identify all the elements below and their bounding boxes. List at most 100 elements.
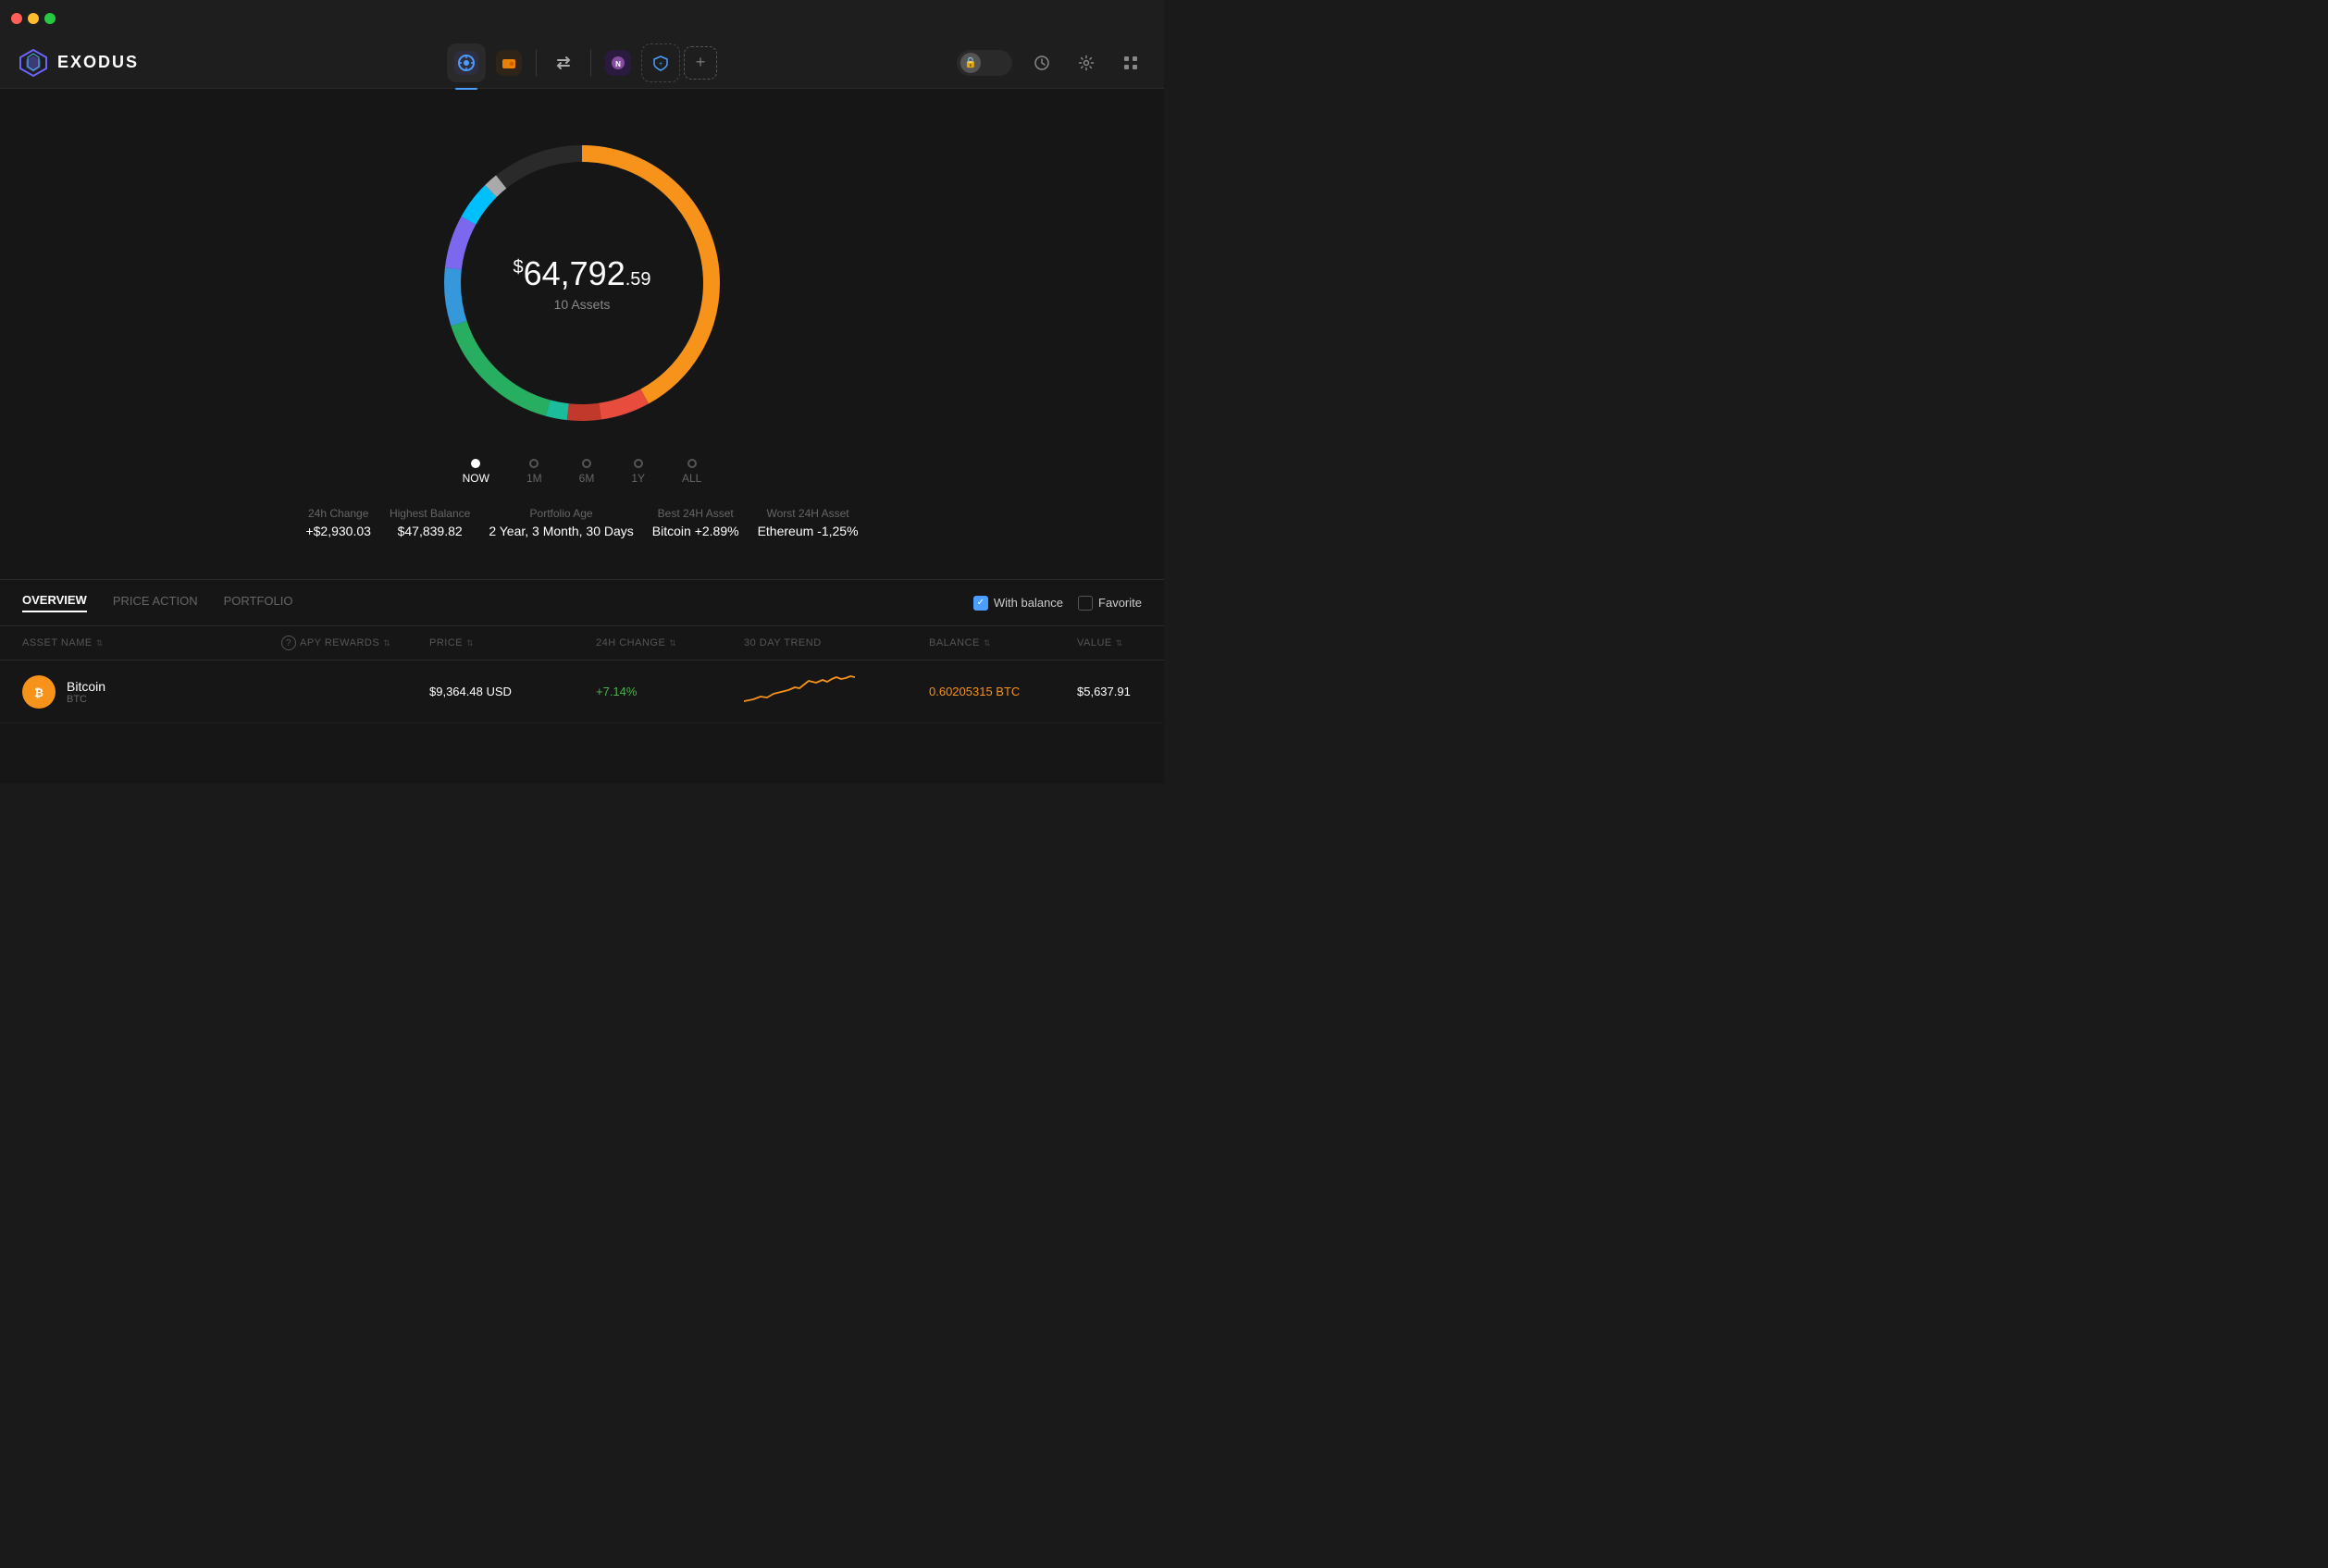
logo-text: EXODUS (57, 53, 139, 72)
stat-best-value: Bitcoin +2.89% (652, 524, 739, 538)
svg-text:+: + (659, 61, 662, 68)
add-app-button[interactable]: + (684, 46, 717, 80)
asset-table: ASSET NAME ⇅ ? APY REWARDS ⇅ PRICE ⇅ 24H… (0, 626, 1164, 723)
btc-balance: 0.60205315 BTC (929, 685, 1077, 698)
chart-section: $64,792.59 10 Assets NOW 1M 6M 1Y (0, 89, 1164, 579)
nav-tab-wallet[interactable] (489, 43, 528, 82)
timeline-label-6m: 6M (579, 472, 595, 485)
minimize-button[interactable] (28, 13, 39, 24)
nav-tabs: N + + (447, 43, 717, 82)
timeline-6m[interactable]: 6M (579, 459, 595, 485)
timeline-label-now: NOW (463, 472, 489, 485)
th-asset-name: ASSET NAME ⇅ (22, 636, 281, 650)
apps-icon[interactable] (1116, 48, 1145, 78)
tabs-right: ✓ With balance Favorite (973, 596, 1142, 611)
maximize-button[interactable] (44, 13, 56, 24)
timeline-all[interactable]: ALL (682, 459, 701, 485)
th-30day-trend: 30 DAY TREND (744, 636, 929, 650)
donut-chart: $64,792.59 10 Assets (425, 126, 739, 440)
stats-row: 24h Change +$2,930.03 Highest Balance $4… (250, 485, 913, 561)
nav-tab-shield[interactable]: + (641, 43, 680, 82)
sort-icon-asset[interactable]: ⇅ (96, 638, 104, 648)
btc-sparkline (744, 673, 855, 707)
favorite-checkbox[interactable] (1078, 596, 1093, 611)
favorite-label: Favorite (1098, 596, 1142, 610)
timeline-dot-all (687, 459, 697, 468)
stat-age-value: 2 Year, 3 Month, 30 Days (489, 524, 633, 538)
th-24h-change: 24H CHANGE ⇅ (596, 636, 744, 650)
asset-info-btc: ₿ Bitcoin BTC (22, 675, 281, 709)
stat-age-label: Portfolio Age (489, 507, 633, 520)
th-apy-rewards: ? APY REWARDS ⇅ (281, 636, 429, 650)
portfolio-total: $64,792.59 10 Assets (513, 254, 650, 312)
filter-with-balance[interactable]: ✓ With balance (973, 596, 1063, 611)
th-price: PRICE ⇅ (429, 636, 596, 650)
apy-help-icon[interactable]: ? (281, 636, 296, 650)
sort-icon-price[interactable]: ⇅ (466, 638, 474, 648)
sort-icon-value[interactable]: ⇅ (1116, 638, 1123, 648)
history-icon[interactable] (1027, 48, 1057, 78)
timeline: NOW 1M 6M 1Y ALL (444, 459, 721, 485)
portfolio-icon (457, 54, 476, 72)
close-button[interactable] (11, 13, 22, 24)
stat-highest-value: $47,839.82 (390, 524, 470, 538)
table-header: ASSET NAME ⇅ ? APY REWARDS ⇅ PRICE ⇅ 24H… (0, 626, 1164, 661)
timeline-label-all: ALL (682, 472, 701, 485)
add-icon: + (696, 53, 706, 72)
stat-worst-24h: Worst 24H Asset Ethereum -1,25% (758, 507, 859, 538)
timeline-1y[interactable]: 1Y (631, 459, 645, 485)
total-value: $64,792.59 (513, 254, 650, 293)
stat-best-label: Best 24H Asset (652, 507, 739, 520)
with-balance-checkbox[interactable]: ✓ (973, 596, 988, 611)
sort-icon-change[interactable]: ⇅ (669, 638, 676, 648)
btc-icon: ₿ (22, 675, 56, 709)
traffic-lights (11, 13, 56, 24)
assets-count: 10 Assets (513, 297, 650, 312)
total-cents: .59 (625, 269, 651, 290)
svg-text:₿: ₿ (34, 686, 43, 699)
title-bar (0, 0, 1164, 37)
stat-best-24h: Best 24H Asset Bitcoin +2.89% (652, 507, 739, 538)
total-main: 64,792 (524, 254, 625, 292)
stat-24h-label: 24h Change (305, 507, 370, 520)
timeline-label-1m: 1M (526, 472, 542, 485)
timeline-dot-1m (529, 459, 539, 468)
lock-toggle[interactable]: 🔒 (957, 50, 1012, 76)
tab-portfolio[interactable]: PORTFOLIO (224, 594, 293, 611)
timeline-dot-1y (634, 459, 643, 468)
nav-tab-exchange[interactable] (544, 43, 583, 82)
timeline-1m[interactable]: 1M (526, 459, 542, 485)
sort-icon-balance[interactable]: ⇅ (984, 638, 991, 648)
btc-trend (744, 673, 929, 710)
stat-worst-value: Ethereum -1,25% (758, 524, 859, 538)
nav-tab-nft[interactable]: N (599, 43, 638, 82)
tab-overview[interactable]: OVERVIEW (22, 593, 87, 612)
timeline-dot-now (471, 459, 480, 468)
stat-highest-balance: Highest Balance $47,839.82 (390, 507, 470, 538)
table-row[interactable]: ₿ Bitcoin BTC $9,364.48 USD +7.14% 0.602… (0, 661, 1164, 723)
settings-icon[interactable] (1071, 48, 1101, 78)
nft-icon: N (610, 55, 626, 71)
with-balance-label: With balance (994, 596, 1063, 610)
nav-divider-2 (590, 50, 591, 76)
btc-price: $9,364.48 USD (429, 685, 596, 698)
header-right: 🔒 (957, 48, 1145, 78)
sort-icon-apy[interactable]: ⇅ (383, 638, 390, 648)
lock-knob: 🔒 (960, 53, 981, 73)
wallet-icon (501, 55, 517, 71)
main-content: $64,792.59 10 Assets NOW 1M 6M 1Y (0, 89, 1164, 784)
nav-divider-1 (536, 50, 537, 76)
th-balance: BALANCE ⇅ (929, 636, 1077, 650)
filter-favorite[interactable]: Favorite (1078, 596, 1142, 611)
tabs-bar: OVERVIEW PRICE ACTION PORTFOLIO ✓ With b… (0, 580, 1164, 626)
timeline-label-1y: 1Y (631, 472, 645, 485)
nav-tab-portfolio[interactable] (447, 43, 486, 82)
btc-change: +7.14% (596, 685, 744, 698)
th-value: VALUE ⇅ (1077, 636, 1164, 650)
stat-portfolio-age: Portfolio Age 2 Year, 3 Month, 30 Days (489, 507, 633, 538)
stat-worst-label: Worst 24H Asset (758, 507, 859, 520)
timeline-now[interactable]: NOW (463, 459, 489, 485)
tab-price-action[interactable]: PRICE ACTION (113, 594, 198, 611)
stat-24h-change: 24h Change +$2,930.03 (305, 507, 370, 538)
stat-24h-value: +$2,930.03 (305, 524, 370, 538)
